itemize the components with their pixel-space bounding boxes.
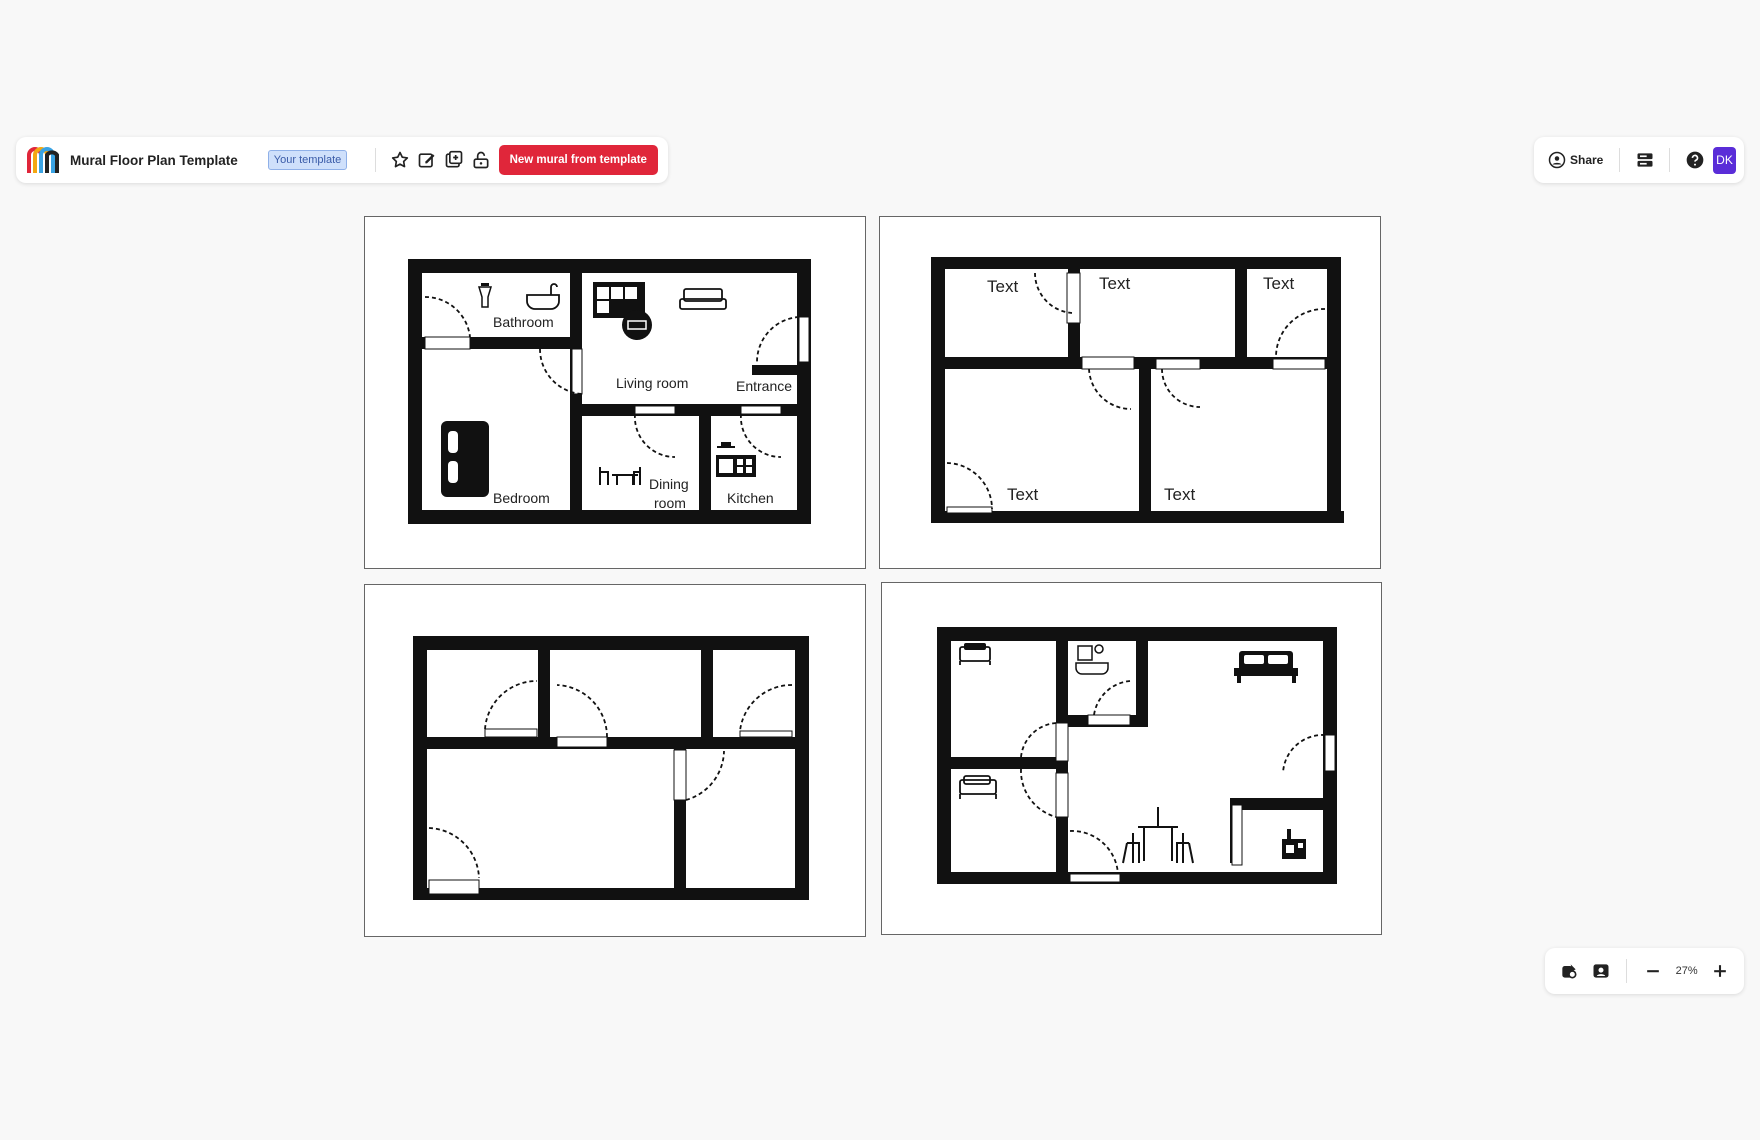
stove-icon bbox=[716, 442, 756, 477]
header-toolbar: Mural Floor Plan Template Your template … bbox=[16, 137, 668, 183]
label-text-3: Text bbox=[1263, 274, 1294, 293]
dining-table-icon bbox=[599, 467, 641, 485]
single-bed-icon-2 bbox=[959, 775, 997, 799]
floor-plan-1[interactable]: Bathroom Living room Entrance Bedroom Di… bbox=[364, 216, 866, 569]
floor-plan-3[interactable] bbox=[364, 584, 866, 937]
outline-icon[interactable] bbox=[1630, 143, 1659, 177]
page-title: Mural Floor Plan Template bbox=[70, 152, 238, 168]
mural-logo-icon[interactable] bbox=[26, 145, 60, 175]
label-entrance: Entrance bbox=[736, 378, 792, 394]
label-bathroom: Bathroom bbox=[493, 314, 554, 330]
toolbar-divider bbox=[1619, 148, 1621, 172]
coffee-table-icon bbox=[622, 310, 652, 340]
edit-icon[interactable] bbox=[413, 143, 440, 177]
double-bed-icon bbox=[441, 421, 489, 497]
label-dining-2: room bbox=[654, 495, 686, 511]
zoom-level: 27% bbox=[1675, 965, 1698, 977]
stove-icon bbox=[1282, 829, 1306, 859]
hand-icon[interactable] bbox=[1553, 954, 1585, 988]
plus-icon[interactable] bbox=[1704, 954, 1736, 988]
help-icon[interactable] bbox=[1680, 143, 1709, 177]
minus-icon[interactable] bbox=[1637, 954, 1669, 988]
label-dining-1: Dining bbox=[649, 476, 689, 492]
label-living-room: Living room bbox=[616, 375, 688, 391]
duplicate-icon[interactable] bbox=[440, 143, 467, 177]
label-text-2: Text bbox=[1099, 274, 1130, 293]
double-bed-icon bbox=[1234, 651, 1298, 683]
template-badge: Your template bbox=[267, 150, 348, 170]
floor-plan-2[interactable]: Text Text Text Text Text bbox=[879, 216, 1381, 569]
top-right-toolbar: Share DK bbox=[1534, 137, 1744, 183]
bathtub-icon bbox=[526, 283, 560, 310]
share-label: Share bbox=[1570, 153, 1604, 167]
single-bed-icon-1 bbox=[959, 643, 991, 665]
zoom-toolbar: 27% bbox=[1545, 948, 1744, 994]
new-mural-button[interactable]: New mural from template bbox=[498, 145, 658, 175]
star-icon[interactable] bbox=[386, 143, 413, 177]
label-text-1: Text bbox=[987, 277, 1018, 296]
dining-set-icon bbox=[1122, 807, 1194, 864]
share-user-icon bbox=[1548, 151, 1566, 169]
sink-icon bbox=[477, 283, 493, 308]
bathroom-set-icon bbox=[1075, 644, 1109, 675]
label-text-5: Text bbox=[1164, 485, 1195, 504]
avatar[interactable]: DK bbox=[1713, 146, 1737, 174]
share-button[interactable]: Share bbox=[1542, 151, 1609, 169]
follow-icon[interactable] bbox=[1585, 954, 1617, 988]
toolbar-divider bbox=[1626, 959, 1628, 983]
label-bedroom: Bedroom bbox=[493, 490, 550, 506]
toolbar-divider bbox=[375, 148, 377, 172]
lock-icon[interactable] bbox=[467, 143, 494, 177]
couch-icon bbox=[679, 288, 727, 310]
toolbar-divider bbox=[1669, 148, 1671, 172]
label-kitchen: Kitchen bbox=[727, 490, 774, 506]
floor-plan-4[interactable] bbox=[881, 582, 1382, 935]
label-text-4: Text bbox=[1007, 485, 1038, 504]
